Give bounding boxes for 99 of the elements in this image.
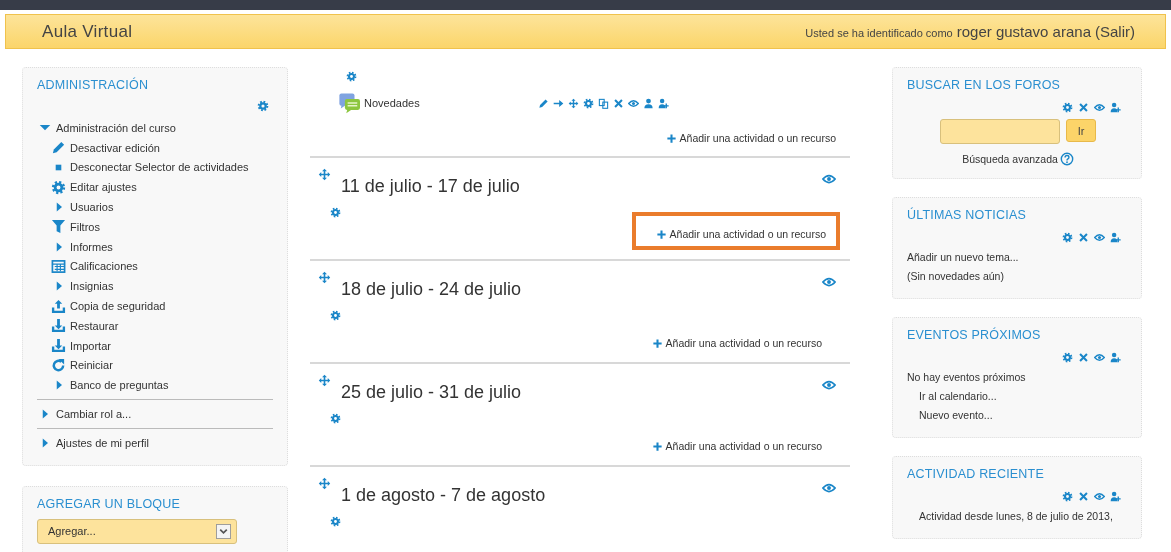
block-text: Añadir un nuevo tema... [907, 251, 1019, 263]
arrow-right-icon [553, 97, 564, 109]
block-title: BUSCAR EN LOS FOROS [907, 78, 1062, 92]
eye-icon [1094, 102, 1105, 113]
eye-icon [1094, 232, 1105, 243]
settings-icon [583, 97, 594, 109]
pencil-icon [51, 140, 66, 156]
menu-item[interactable]: Administración del curso [56, 121, 176, 134]
menu-item[interactable]: Filtros [70, 220, 100, 233]
user-plus-icon [1110, 232, 1121, 243]
menu-item[interactable]: Usuarios [70, 201, 114, 214]
menu-item[interactable]: Desactivar edición [70, 141, 160, 154]
settings-icon [330, 516, 341, 527]
move-icon [318, 168, 331, 181]
eye-icon [1094, 352, 1105, 363]
move-icon [318, 477, 331, 490]
table-icon [51, 258, 66, 274]
eye-icon [822, 378, 836, 392]
menu-item[interactable]: Restaurar [70, 319, 119, 332]
add-activity-link[interactable]: Añadir una actividad o un recurso [665, 126, 836, 150]
advanced-search-link[interactable]: Búsqueda avanzada [962, 153, 1058, 165]
settings-icon [1062, 352, 1073, 363]
menu-item[interactable]: Editar ajustes [70, 181, 137, 194]
menu-item[interactable]: Calificaciones [70, 260, 138, 273]
go-button[interactable]: Ir [1066, 119, 1096, 142]
close-icon [1078, 491, 1089, 502]
menu-item[interactable]: Informes [70, 240, 113, 253]
add-activity-link[interactable]: Añadir una actividad o un recurso [651, 331, 822, 355]
plus-icon [655, 228, 667, 240]
eye-icon [822, 481, 836, 495]
add-block-dropdown[interactable]: Agregar... [37, 518, 237, 544]
funnel-icon [51, 219, 66, 235]
pencil-icon [538, 97, 549, 109]
eye-icon [822, 172, 836, 186]
move-icon [318, 271, 331, 284]
move-icon [318, 374, 331, 387]
eye-icon [1094, 491, 1105, 502]
close-icon [1078, 102, 1089, 113]
eye-icon [822, 275, 836, 289]
menu-item[interactable]: Reiniciar [70, 359, 113, 372]
user-plus-icon [1110, 491, 1121, 502]
search-field[interactable] [940, 119, 1060, 144]
user-name-link[interactable]: roger gustavo arana [956, 23, 1091, 40]
block-title: ADMINISTRACIÓN [37, 78, 150, 92]
logout-link[interactable]: (Salir) [1095, 23, 1135, 40]
user-plus-icon [1110, 102, 1121, 113]
block-text: Ir al calendario... [919, 390, 997, 402]
close-icon [1078, 232, 1089, 243]
block-title: AGREGAR UN BLOQUE [37, 496, 181, 511]
settings-icon [330, 413, 341, 424]
close-icon [613, 97, 624, 109]
menu-item[interactable]: Cambiar rol a... [56, 408, 132, 421]
download-icon [51, 338, 66, 354]
help-icon [1059, 152, 1074, 166]
user-plus-icon [658, 97, 669, 109]
settings-icon [330, 310, 341, 321]
menu-item[interactable]: Copia de seguridad [70, 300, 166, 313]
chevron-down-icon [216, 523, 231, 539]
section-title: 1 de agosto - 7 de agosto [341, 485, 547, 506]
block-text: No hay eventos próximos [907, 371, 1026, 383]
add-activity-link[interactable]: Añadir una actividad o un recurso [651, 434, 822, 458]
menu-item[interactable]: Banco de preguntas [70, 379, 169, 392]
section-title: 11 de julio - 17 de julio [341, 176, 521, 197]
settings-icon [1062, 232, 1073, 243]
eye-icon [628, 97, 639, 109]
block-text: Actividad desde lunes, 8 de julio de 2013, [919, 510, 1113, 522]
menu-item[interactable]: Ajustes de mi perfil [56, 436, 149, 449]
move-icon [568, 97, 579, 109]
block-text: Nuevo evento... [919, 409, 993, 421]
menu-item[interactable]: Desconectar Selector de actividades [70, 161, 249, 174]
copy-icon [598, 97, 609, 109]
menu-item[interactable]: Insignias [70, 280, 114, 293]
forum-link[interactable]: Novedades [364, 97, 420, 109]
plus-icon [651, 337, 663, 349]
settings-icon [51, 179, 66, 195]
settings-icon [1062, 102, 1073, 113]
section-title: 25 de julio - 31 de julio [341, 382, 523, 403]
settings-icon [257, 100, 269, 112]
download-icon [51, 318, 66, 334]
add-activity-link[interactable]: Añadir una actividad o un recurso [655, 222, 826, 246]
user-icon [643, 97, 654, 109]
login-info: Usted se ha identificado como [805, 27, 953, 39]
block-title: ACTIVIDAD RECIENTE [907, 467, 1045, 481]
menu-item[interactable]: Importar [70, 339, 111, 352]
block-text: (Sin novedades aún) [907, 270, 1004, 282]
forum-icon [338, 92, 360, 114]
upload-icon [51, 298, 66, 314]
settings-icon [1062, 491, 1073, 502]
block-title: ÚLTIMAS NOTICIAS [907, 208, 1027, 222]
settings-icon [346, 71, 357, 82]
user-plus-icon [1110, 352, 1121, 363]
block-title: EVENTOS PRÓXIMOS [907, 328, 1042, 342]
site-title[interactable]: Aula Virtual [42, 21, 133, 42]
plus-icon [651, 440, 663, 452]
section-title: 18 de julio - 24 de julio [341, 279, 523, 300]
plus-icon [665, 132, 677, 144]
refresh-icon [51, 357, 66, 373]
close-icon [1078, 352, 1089, 363]
settings-icon [330, 207, 341, 218]
